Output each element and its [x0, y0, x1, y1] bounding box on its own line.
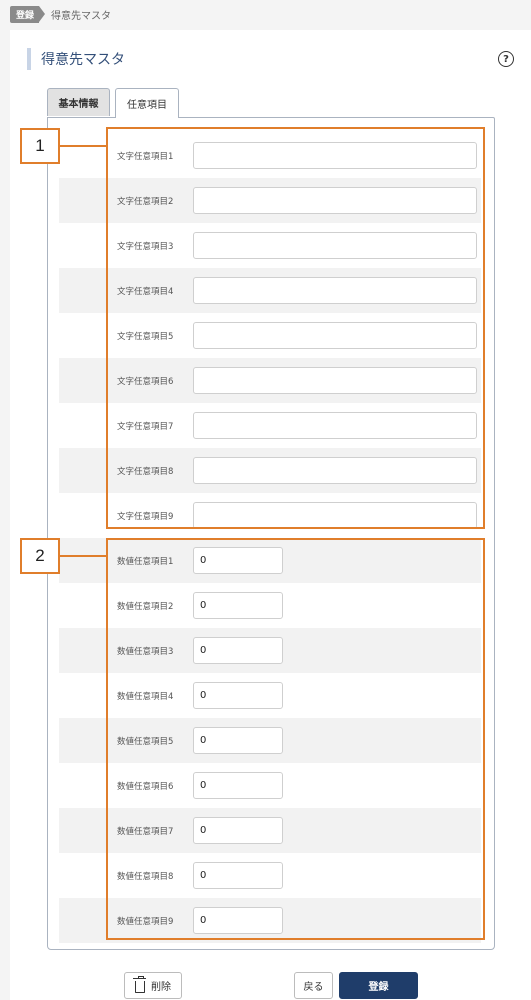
back-button[interactable]: 戻る — [294, 972, 333, 999]
help-circle-icon[interactable]: ? — [498, 51, 514, 67]
trash-icon — [133, 976, 146, 993]
breadcrumb: 登録 得意先マスタ — [10, 6, 111, 23]
callout-leader-line — [60, 555, 106, 557]
callout-leader-line — [60, 145, 106, 147]
callout-highlight-box — [106, 538, 485, 940]
page-title: 得意先マスタ — [41, 52, 125, 68]
breadcrumb-mode-tag: 登録 — [10, 6, 46, 23]
tab-basic-info[interactable]: 基本情報 — [47, 88, 110, 116]
tab-optional-items[interactable]: 任意項目 — [115, 88, 179, 118]
callout-number: 1 — [20, 128, 60, 164]
register-button[interactable]: 登録 — [339, 972, 418, 999]
breadcrumb-page: 得意先マスタ — [51, 11, 112, 22]
callout-number: 2 — [20, 538, 60, 574]
header-accent-bar — [27, 48, 31, 70]
callout-highlight-box — [106, 127, 485, 529]
delete-button[interactable]: 削除 — [124, 972, 182, 999]
page-header: 得意先マスタ — [27, 48, 125, 70]
delete-label: 削除 — [151, 982, 171, 993]
